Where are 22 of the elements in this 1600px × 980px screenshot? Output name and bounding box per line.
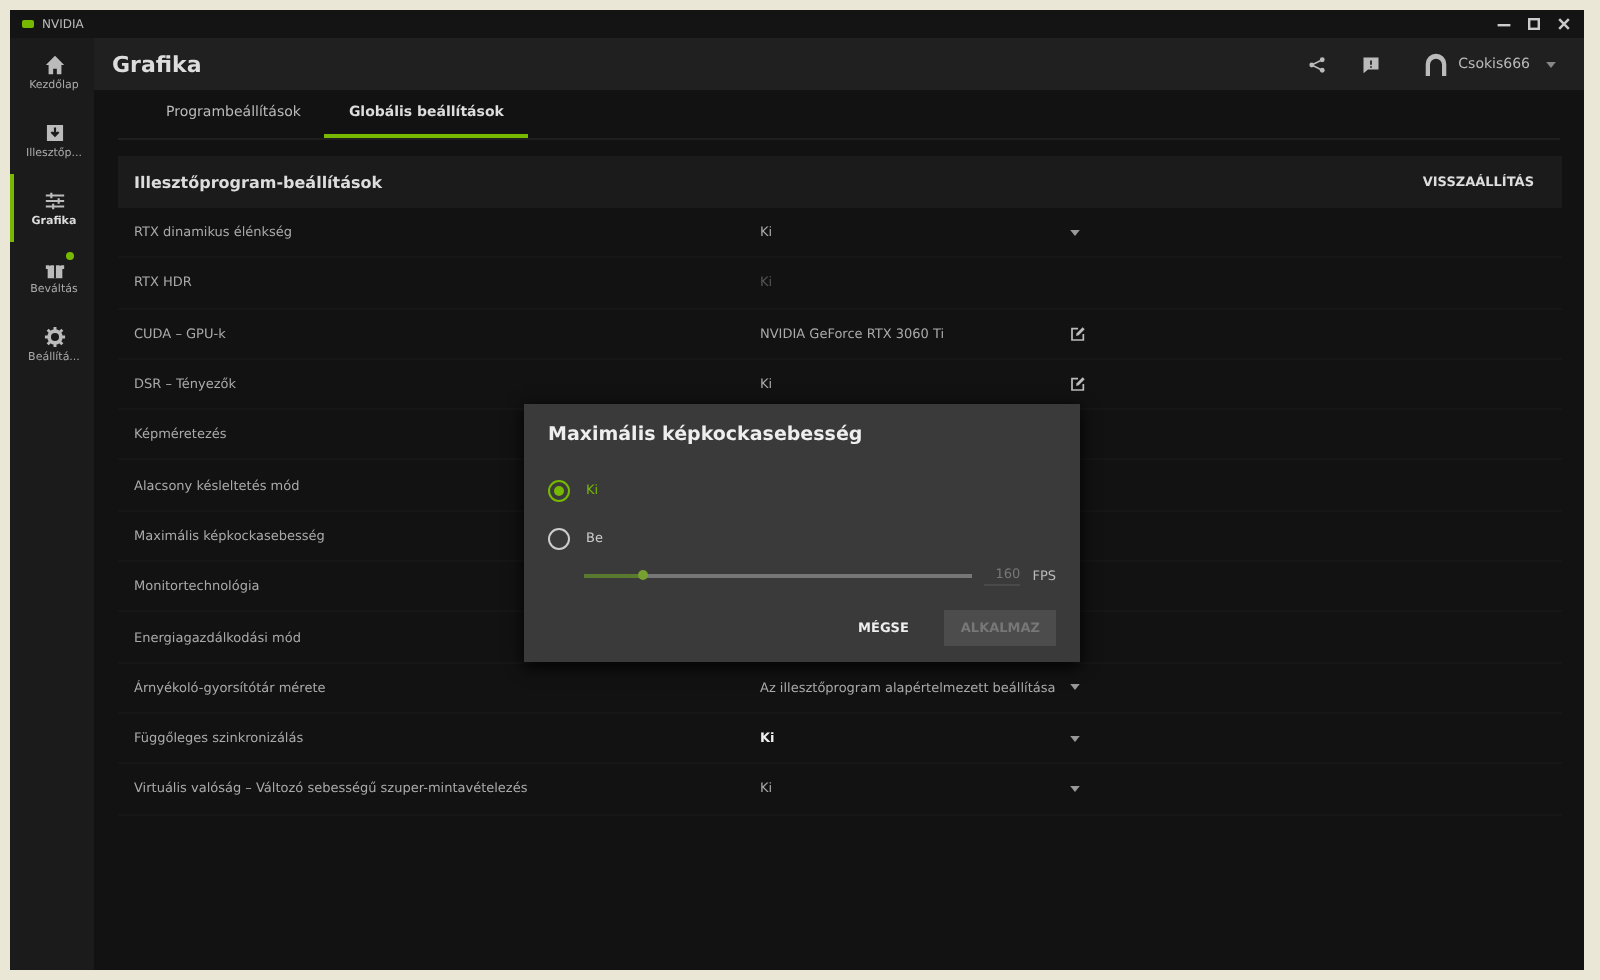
- home-icon: [43, 53, 65, 75]
- edit-icon[interactable]: [1070, 376, 1086, 393]
- maximize-icon[interactable]: [1526, 16, 1542, 32]
- sliders-icon: [43, 189, 65, 211]
- section-title: Illesztőprogram-beállítások: [134, 173, 383, 191]
- gear-icon: [43, 325, 65, 347]
- avatar-icon[interactable]: [1424, 52, 1449, 76]
- radio-button[interactable]: [548, 479, 570, 501]
- edit-icon[interactable]: [1070, 325, 1086, 342]
- dropdown-caret-icon[interactable]: [1070, 785, 1080, 792]
- download-icon: [43, 121, 65, 143]
- radio-button[interactable]: [548, 527, 570, 549]
- close-icon[interactable]: [1556, 16, 1572, 32]
- logo-icon: [22, 20, 34, 28]
- dropdown-caret-icon[interactable]: [1070, 735, 1080, 742]
- share-icon[interactable]: [1308, 55, 1327, 73]
- dropdown-caret-icon[interactable]: [1070, 229, 1080, 236]
- caret-icon[interactable]: [1546, 61, 1556, 67]
- page-title: Grafika: [112, 51, 202, 77]
- feedback-icon[interactable]: [1362, 55, 1381, 73]
- dialog-title: Maximális képkockasebesség: [548, 424, 865, 446]
- dropdown-caret-icon[interactable]: [1070, 684, 1080, 691]
